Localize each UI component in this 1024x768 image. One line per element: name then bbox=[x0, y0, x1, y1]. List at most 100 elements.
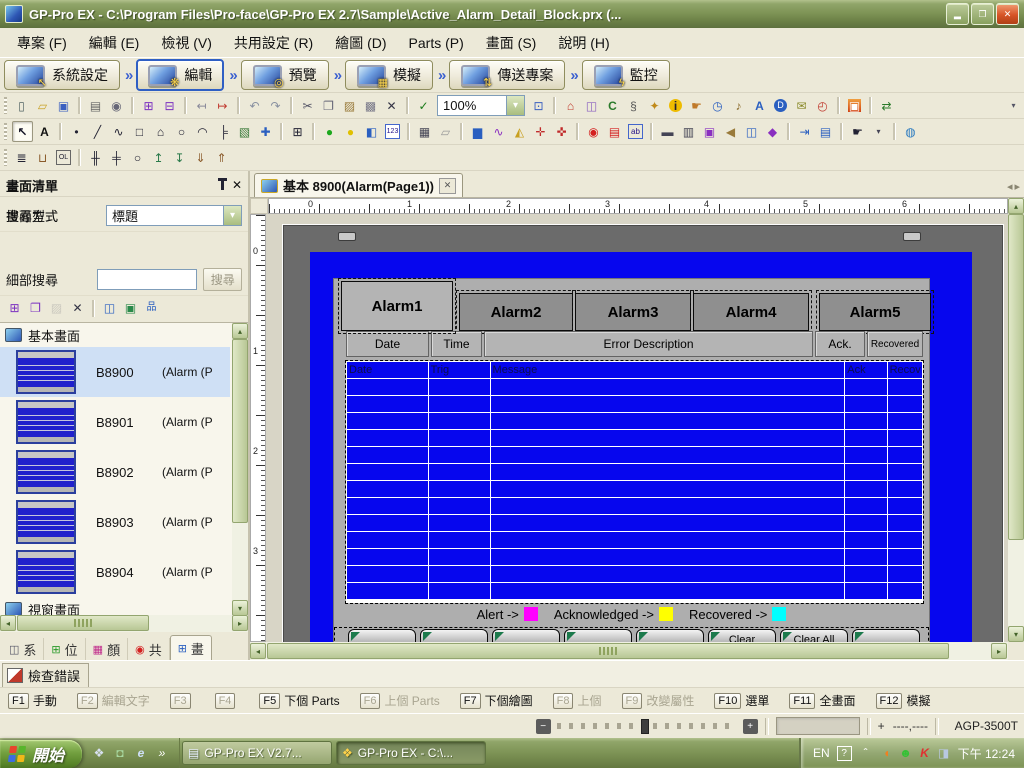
menu-item[interactable]: 說明 (H) bbox=[547, 28, 620, 58]
copy-screen-icon[interactable]: ⊟ bbox=[160, 96, 179, 115]
duplicate-icon[interactable]: ▩ bbox=[361, 96, 380, 115]
ime-toolbar-icon[interactable]: ˆ bbox=[859, 746, 873, 760]
tree-root-window[interactable]: 視窗畫面 bbox=[0, 597, 248, 616]
cut-icon[interactable]: ✂ bbox=[298, 96, 317, 115]
hierarchy-icon[interactable]: 品 bbox=[142, 299, 161, 318]
dropdown-arrow-icon[interactable]: ▾ bbox=[223, 206, 241, 225]
info-icon[interactable]: i bbox=[666, 96, 685, 115]
delete-icon[interactable]: ✕ bbox=[382, 96, 401, 115]
task-button-gppro-project[interactable]: ❖ GP-Pro EX - C:\... bbox=[336, 741, 486, 765]
save-icon[interactable]: ▣ bbox=[54, 96, 73, 115]
import-icon[interactable]: ↤ bbox=[192, 96, 211, 115]
scroll-up-arrow[interactable]: ▴ bbox=[1008, 198, 1024, 214]
menu-item[interactable]: 共用設定 (R) bbox=[223, 28, 324, 58]
task-button-gppro-v27[interactable]: ▤ GP-Pro EX V2.7... bbox=[182, 741, 332, 765]
preview-screen-icon[interactable]: ◫ bbox=[100, 299, 119, 318]
scale-tool-icon[interactable]: ╞ bbox=[214, 122, 233, 141]
menu-item[interactable]: 編輯 (E) bbox=[78, 28, 151, 58]
panel-close-icon[interactable]: ✕ bbox=[232, 178, 242, 192]
error-check-tab[interactable]: 檢查錯誤 bbox=[2, 663, 89, 687]
monitoring-button[interactable]: ϟ 監控 bbox=[582, 60, 670, 90]
menu-item[interactable]: 專案 (F) bbox=[6, 28, 78, 58]
hmi-screen[interactable]: Alarm1 Alarm2 Alarm3 Alarm4 Alarm5 DateT… bbox=[310, 252, 972, 642]
tab-close-icon[interactable]: ✕ bbox=[439, 178, 456, 194]
tray-icon-3[interactable]: K bbox=[918, 746, 932, 760]
alarm-tab[interactable]: Alarm1 bbox=[341, 281, 453, 331]
menu-item[interactable]: 畫面 (S) bbox=[475, 28, 548, 58]
function-key[interactable]: F2 編輯文字 bbox=[77, 692, 150, 709]
screen-list-item[interactable]: B8904 (Alarm (P bbox=[0, 547, 230, 597]
message-display-tool-icon[interactable]: ▤ bbox=[816, 122, 835, 141]
toolbar-grip[interactable] bbox=[4, 149, 7, 166]
alarm-history-tool-icon[interactable]: ▤ bbox=[605, 122, 624, 141]
scroll-thumb[interactable] bbox=[267, 643, 949, 659]
function-key[interactable]: F9 改變屬性 bbox=[622, 692, 695, 709]
alarm-table[interactable]: DateTrigMessageAckRecov bbox=[346, 361, 923, 603]
alarm-tool-icon[interactable]: ◉ bbox=[584, 122, 603, 141]
text-tool-icon[interactable]: A bbox=[35, 122, 54, 141]
move-up-icon[interactable]: ⇑ bbox=[212, 148, 231, 167]
design-canvas[interactable]: Alarm1 Alarm2 Alarm3 Alarm4 Alarm5 DateT… bbox=[266, 214, 1008, 642]
zoom-in-button[interactable]: + bbox=[743, 719, 758, 734]
export-icon[interactable]: ↦ bbox=[213, 96, 232, 115]
dscript-icon[interactable]: D bbox=[771, 96, 790, 115]
panel-tab-system[interactable]: ◫ 系 bbox=[2, 638, 44, 660]
text-alarm-tool-icon[interactable]: ab bbox=[626, 122, 645, 141]
new-screen-icon[interactable]: ⊞ bbox=[5, 299, 24, 318]
image-tool-icon[interactable]: ▧ bbox=[235, 122, 254, 141]
check-all-icon[interactable]: ✓ bbox=[414, 96, 433, 115]
dot-tool-icon[interactable]: • bbox=[67, 122, 86, 141]
alarm-action-button[interactable] bbox=[348, 629, 416, 642]
transfer-project-button[interactable]: ⇅ 傳送專案 bbox=[449, 60, 565, 90]
scroll-thumb[interactable] bbox=[1008, 214, 1024, 540]
alarm-column-header[interactable]: Date bbox=[346, 331, 429, 357]
alarm-column-header[interactable]: Time bbox=[431, 331, 482, 357]
parts-list-icon[interactable]: ≣ bbox=[12, 148, 31, 167]
menu-item[interactable]: 繪圖 (D) bbox=[324, 28, 397, 58]
select-tool-icon[interactable]: ↖ bbox=[12, 121, 33, 142]
panel-tab-color[interactable]: ▦ 顏 bbox=[86, 638, 128, 660]
tray-icon-1[interactable]: ◖ bbox=[880, 746, 894, 760]
function-key[interactable]: F1 手動 bbox=[8, 692, 57, 709]
alarm-panel[interactable]: Alarm1 Alarm2 Alarm3 Alarm4 Alarm5 DateT… bbox=[333, 278, 930, 642]
alarm-action-button[interactable] bbox=[852, 629, 920, 642]
alarm-tab[interactable]: Alarm3 bbox=[575, 293, 691, 331]
tray-icon-4[interactable]: ◨ bbox=[937, 746, 951, 760]
scroll-down-arrow[interactable]: ▾ bbox=[1008, 626, 1024, 642]
switch-tool-icon[interactable]: ● bbox=[320, 122, 339, 141]
key-settings-icon[interactable]: ✦ bbox=[645, 96, 664, 115]
simulation-button[interactable]: ▦ 模擬 bbox=[345, 60, 433, 90]
line-tool-icon[interactable]: ╱ bbox=[88, 122, 107, 141]
new-icon[interactable]: ▯ bbox=[12, 96, 31, 115]
zoom-slider-thumb[interactable] bbox=[641, 719, 649, 734]
delete-screen-icon[interactable]: ✕ bbox=[68, 299, 87, 318]
keypad-tool-icon[interactable]: ▦ bbox=[415, 122, 434, 141]
paste-screen-icon[interactable]: ▨ bbox=[47, 299, 66, 318]
script-icon[interactable]: § bbox=[624, 96, 643, 115]
toolbar-grip[interactable] bbox=[4, 97, 7, 114]
edit-button[interactable]: ❋ 編輯 bbox=[136, 59, 224, 91]
function-key[interactable]: F8 上個 bbox=[553, 692, 602, 709]
function-key[interactable]: F6 上個 Parts bbox=[360, 692, 440, 709]
time-settings-icon[interactable]: ◷ bbox=[708, 96, 727, 115]
language-indicator[interactable]: EN bbox=[813, 746, 830, 760]
alarm-action-button[interactable] bbox=[492, 629, 560, 642]
screen-preview-icon[interactable]: ▣ bbox=[845, 96, 864, 115]
dropdown-arrow-icon[interactable]: ▾ bbox=[506, 96, 524, 115]
zoom-out-button[interactable]: − bbox=[536, 719, 551, 734]
print-icon[interactable]: ▤ bbox=[86, 96, 105, 115]
more-tools-icon[interactable]: ▾ bbox=[869, 122, 888, 141]
tree-root-base[interactable]: 基本畫面 bbox=[0, 323, 248, 347]
fit-screen-icon[interactable]: ⊡ bbox=[529, 96, 548, 115]
system-settings-button[interactable]: ↖ 系統設定 bbox=[4, 60, 120, 90]
trigger-tool-icon[interactable]: ☛ bbox=[848, 122, 867, 141]
insert-up-icon[interactable]: ↥ bbox=[149, 148, 168, 167]
quick-launch-more-icon[interactable]: » bbox=[153, 744, 171, 762]
web-tool-icon[interactable]: ◍ bbox=[901, 122, 920, 141]
mark2-tool-icon[interactable]: ✜ bbox=[552, 122, 571, 141]
scroll-down-arrow[interactable]: ▾ bbox=[232, 600, 248, 616]
ime-help-icon[interactable]: ? bbox=[837, 746, 852, 761]
move-down-icon[interactable]: ⇓ bbox=[191, 148, 210, 167]
undo-icon[interactable]: ↶ bbox=[245, 96, 264, 115]
change-attribute-icon[interactable]: ▣ bbox=[121, 299, 140, 318]
